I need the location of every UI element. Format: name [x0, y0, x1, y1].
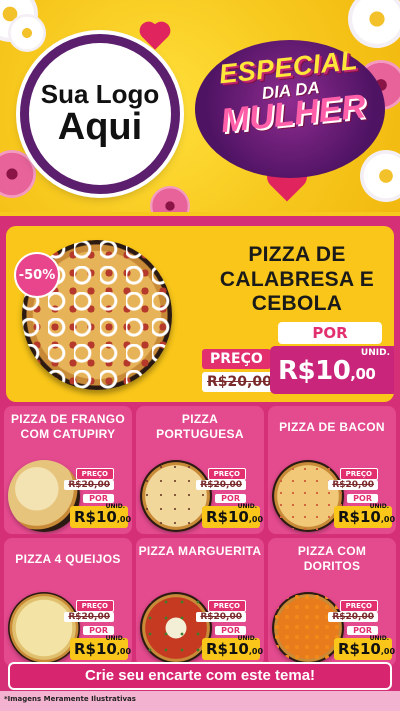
por-label: POR	[83, 626, 114, 635]
featured-product-name: PIZZA DE CALABRESA E CEBOLA	[219, 243, 375, 316]
unid-label: UNID.	[237, 635, 257, 642]
header-banner: Sua Logo Aqui ESPECIAL DIA DA MULHER	[0, 0, 400, 212]
price-tag: R$10,00 UNID.	[70, 503, 132, 528]
logo-placeholder: Sua Logo Aqui	[20, 34, 180, 194]
preco-label: PREÇO	[207, 600, 246, 612]
price-main: R$10	[278, 356, 351, 386]
pink-flower-icon	[0, 150, 36, 198]
preco-label: PREÇO	[202, 349, 271, 369]
por-label: POR	[215, 494, 246, 503]
pink-flower-icon	[150, 186, 190, 212]
product-card[interactable]: PIZZA COM DORITOS PREÇO R$20,00 POR R$10…	[268, 538, 396, 666]
price-cents: ,00	[380, 515, 396, 524]
preco-label: PREÇO	[339, 468, 378, 480]
daisy-flower-icon	[348, 0, 400, 48]
footer: *Imagens Meramente Ilustrativas	[0, 691, 400, 711]
offers-panel: -50% PIZZA DE CALABRESA E CEBOLA PREÇO R…	[0, 212, 400, 691]
product-name: PIZZA COM DORITOS	[297, 544, 367, 573]
unid-label: UNID.	[237, 503, 257, 510]
price-tag: R$10,00 UNID.	[334, 503, 396, 528]
por-label: POR	[215, 626, 246, 635]
price-tag: R$10,00 UNID.	[202, 635, 264, 660]
heart-icon	[142, 24, 168, 50]
discount-badge: -50%	[14, 252, 60, 298]
unid-label: UNID.	[369, 503, 389, 510]
price-cents: ,00	[380, 647, 396, 656]
unid-label: UNID.	[105, 635, 125, 642]
price-cents: ,00	[248, 647, 264, 656]
create-flyer-button[interactable]: Crie seu encarte com este tema!	[8, 662, 392, 690]
price-cents: ,00	[116, 647, 132, 656]
price-value: R$10,00	[278, 356, 376, 386]
price-cents: ,00	[350, 365, 376, 383]
old-price: R$20,00	[64, 480, 114, 490]
price-tag: R$10,00 UNID.	[334, 635, 396, 660]
preco-label: PREÇO	[75, 468, 114, 480]
old-price: R$20,00	[328, 612, 378, 622]
price-cents: ,00	[116, 515, 132, 524]
product-name: PIZZA PORTUGUESA	[156, 412, 244, 441]
featured-old-price-block: PREÇO R$20,00	[202, 348, 277, 394]
daisy-flower-icon	[8, 14, 46, 52]
preco-label: PREÇO	[75, 600, 114, 612]
price-tag: R$10,00 UNID.	[202, 503, 264, 528]
product-card[interactable]: PIZZA MARGUERITA PREÇO R$20,00 POR R$10,…	[136, 538, 264, 666]
featured-price-tag: UNID. R$10,00	[270, 346, 394, 394]
product-name: PIZZA MARGUERITA	[138, 544, 262, 558]
por-label: POR	[278, 322, 382, 344]
logo-text-line1: Sua Logo	[40, 78, 160, 109]
old-price: R$20,00	[64, 612, 114, 622]
old-price: R$20,00	[328, 480, 378, 490]
daisy-flower-icon	[360, 150, 400, 202]
old-price: R$20,00	[202, 372, 277, 392]
featured-offer-card[interactable]: -50% PIZZA DE CALABRESA E CEBOLA PREÇO R…	[6, 226, 394, 402]
product-card[interactable]: PIZZA 4 QUEIJOS PREÇO R$20,00 POR R$10,0…	[4, 538, 132, 666]
preco-label: PREÇO	[207, 468, 246, 480]
old-price: R$20,00	[196, 480, 246, 490]
price-cents: ,00	[248, 515, 264, 524]
unid-label: UNID.	[105, 503, 125, 510]
logo-text-line2: Aqui	[57, 106, 143, 149]
product-name: PIZZA DE BACON	[279, 420, 385, 434]
product-name: PIZZA DE FRANGO COM CATUPIRY	[10, 412, 126, 441]
product-card[interactable]: PIZZA PORTUGUESA PREÇO R$20,00 POR R$10,…	[136, 406, 264, 534]
product-name: PIZZA 4 QUEIJOS	[15, 552, 121, 566]
unid-label: UNID.	[369, 635, 389, 642]
product-card[interactable]: PIZZA DE FRANGO COM CATUPIRY PREÇO R$20,…	[4, 406, 132, 534]
old-price: R$20,00	[196, 612, 246, 622]
por-label: POR	[347, 626, 378, 635]
por-label: POR	[347, 494, 378, 503]
disclaimer-text: *Imagens Meramente Ilustrativas	[4, 695, 136, 703]
price-tag: R$10,00 UNID.	[70, 635, 132, 660]
preco-label: PREÇO	[339, 600, 378, 612]
por-label: POR	[83, 494, 114, 503]
product-card[interactable]: PIZZA DE BACON PREÇO R$20,00 POR R$10,00…	[268, 406, 396, 534]
